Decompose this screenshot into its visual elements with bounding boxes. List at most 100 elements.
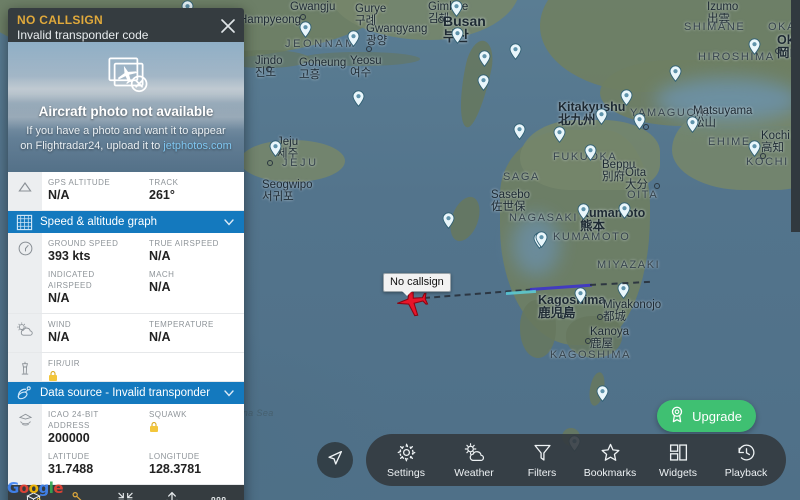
field-label: LONGITUDE (149, 452, 200, 461)
airport-marker[interactable] (269, 140, 282, 157)
share-icon (163, 489, 181, 500)
airport-marker[interactable] (574, 287, 587, 304)
control-tower-icon (8, 353, 42, 381)
toolbar-item-weather[interactable]: Weather (443, 442, 505, 479)
airport-marker[interactable] (442, 212, 455, 229)
airport-marker[interactable] (617, 282, 630, 299)
field-value: N/A (149, 280, 171, 294)
airport-marker[interactable] (509, 43, 522, 60)
city-dot (267, 160, 273, 166)
field-label: GPS ALTITUDE (48, 178, 111, 187)
field-squawk: SQUAWK (143, 409, 244, 446)
airport-marker[interactable] (620, 89, 633, 106)
inland-sea (655, 78, 800, 122)
airport-marker[interactable] (352, 90, 365, 107)
close-icon[interactable] (218, 16, 238, 36)
panel-action-more[interactable]: More (196, 489, 242, 500)
field-mach: MACH N/A (143, 269, 244, 306)
airport-marker[interactable] (669, 65, 682, 82)
satellite-dish-icon (16, 384, 34, 402)
field-value: N/A (48, 330, 70, 344)
toolbar-item-filters[interactable]: Filters (511, 442, 573, 479)
chevron-down-icon[interactable] (222, 386, 236, 400)
chevron-down-icon[interactable] (222, 215, 236, 229)
section-data-source[interactable]: Data source - Invalid transponder (8, 382, 244, 404)
badge-icon (668, 405, 686, 428)
panel-subtitle: Invalid transponder code (17, 28, 149, 42)
field-temperature: TEMPERATURE N/A (143, 319, 244, 345)
data-row-transponder: ICAO 24-BIT ADDRESS 200000 SQUAWK LATITU… (8, 404, 244, 485)
field-label: TRUE AIRSPEED (149, 239, 219, 248)
playback-icon (736, 442, 757, 464)
star-icon (600, 442, 621, 464)
airport-marker[interactable] (535, 231, 548, 248)
toolbar-item-bookmarks[interactable]: Bookmarks (579, 442, 641, 479)
field-value: 31.7488 (48, 462, 94, 476)
city-dot (366, 46, 372, 52)
upgrade-button[interactable]: Upgrade (657, 400, 756, 432)
section-speed-altitude-graph[interactable]: Speed & altitude graph (8, 211, 244, 233)
flightradar-app: GwangjuGurye구례Gimhae김해Busan부산Gwangyang광양… (0, 0, 800, 500)
airport-marker[interactable] (478, 50, 491, 67)
field-label: ICAO 24-BIT ADDRESS (48, 410, 99, 430)
airport-marker[interactable] (477, 74, 490, 91)
field-label: WIND (48, 320, 72, 329)
airport-marker[interactable] (618, 202, 631, 219)
airport-marker[interactable] (584, 144, 597, 161)
field-value: 128.3781 (149, 462, 202, 476)
airport-marker[interactable] (451, 27, 464, 44)
bottom-toolbar[interactable]: Settings Weather Filters Bookmarks Widge… (366, 434, 786, 486)
airport-marker[interactable] (450, 0, 463, 17)
panel-action-route[interactable]: Route (57, 489, 103, 500)
widgets-icon (668, 442, 689, 464)
navigation-arrow-icon (325, 448, 345, 473)
field-icao-address: ICAO 24-BIT ADDRESS 200000 (42, 409, 143, 446)
toolbar-label: Bookmarks (583, 466, 637, 479)
field-label: TEMPERATURE (149, 320, 214, 329)
airport-marker[interactable] (513, 123, 526, 140)
field-latitude: LATITUDE 31.7488 (42, 451, 143, 477)
toolbar-item-settings[interactable]: Settings (375, 442, 437, 479)
airport-marker[interactable] (595, 108, 608, 125)
aircraft-callsign-tooltip[interactable]: No callsign (383, 273, 451, 296)
field-wind: WIND N/A (42, 319, 143, 345)
gear-icon (396, 442, 417, 464)
airport-marker[interactable] (299, 21, 312, 38)
panel-action-follow[interactable]: Follow (103, 489, 149, 500)
aircraft-info-panel[interactable]: NO CALLSIGN Invalid transponder code Air… (8, 8, 244, 500)
airport-marker[interactable] (748, 38, 761, 55)
panel-body: GPS ALTITUDE N/A TRACK 261° Speed & alti… (8, 172, 244, 485)
toolbar-item-widgets[interactable]: Widgets (647, 442, 709, 479)
airport-marker[interactable] (577, 203, 590, 220)
field-value: N/A (149, 249, 171, 263)
field-value: N/A (48, 291, 70, 305)
section-label: Data source - Invalid transponder (40, 387, 211, 399)
toolbar-item-playback[interactable]: Playback (715, 442, 777, 479)
field-true-airspeed: TRUE AIRSPEED N/A (143, 238, 244, 264)
lock-icon (48, 370, 58, 381)
city-dot (584, 222, 590, 228)
city-dot (561, 119, 567, 125)
more-dots-icon (209, 489, 228, 500)
photo-note-line1: If you have a photo and want it to appea… (26, 125, 226, 137)
route-icon (70, 489, 89, 500)
airport-marker[interactable] (596, 385, 609, 402)
toolbar-label: Weather (454, 466, 494, 479)
city-dot (438, 17, 444, 23)
weather-icon (463, 442, 486, 464)
airport-marker[interactable] (347, 30, 360, 47)
follow-icon (116, 489, 135, 500)
airport-marker[interactable] (633, 113, 646, 130)
data-row-speeds: GROUND SPEED 393 kts TRUE AIRSPEED N/A I… (8, 233, 244, 314)
panel-action-share[interactable]: Share (149, 489, 195, 500)
airport-marker[interactable] (553, 126, 566, 143)
field-indicated-airspeed: INDICATED AIRSPEED N/A (42, 269, 143, 306)
aircraft-photo-placeholder: Aircraft photo not available If you have… (8, 42, 244, 172)
jetphotos-link[interactable]: jetphotos.com (163, 140, 231, 152)
filter-icon (532, 442, 553, 464)
airport-marker[interactable] (748, 140, 761, 157)
airport-marker[interactable] (686, 116, 699, 133)
navigation-arrow-button[interactable] (317, 442, 353, 478)
graph-grid-icon (16, 213, 34, 231)
field-label: LATITUDE (48, 452, 90, 461)
